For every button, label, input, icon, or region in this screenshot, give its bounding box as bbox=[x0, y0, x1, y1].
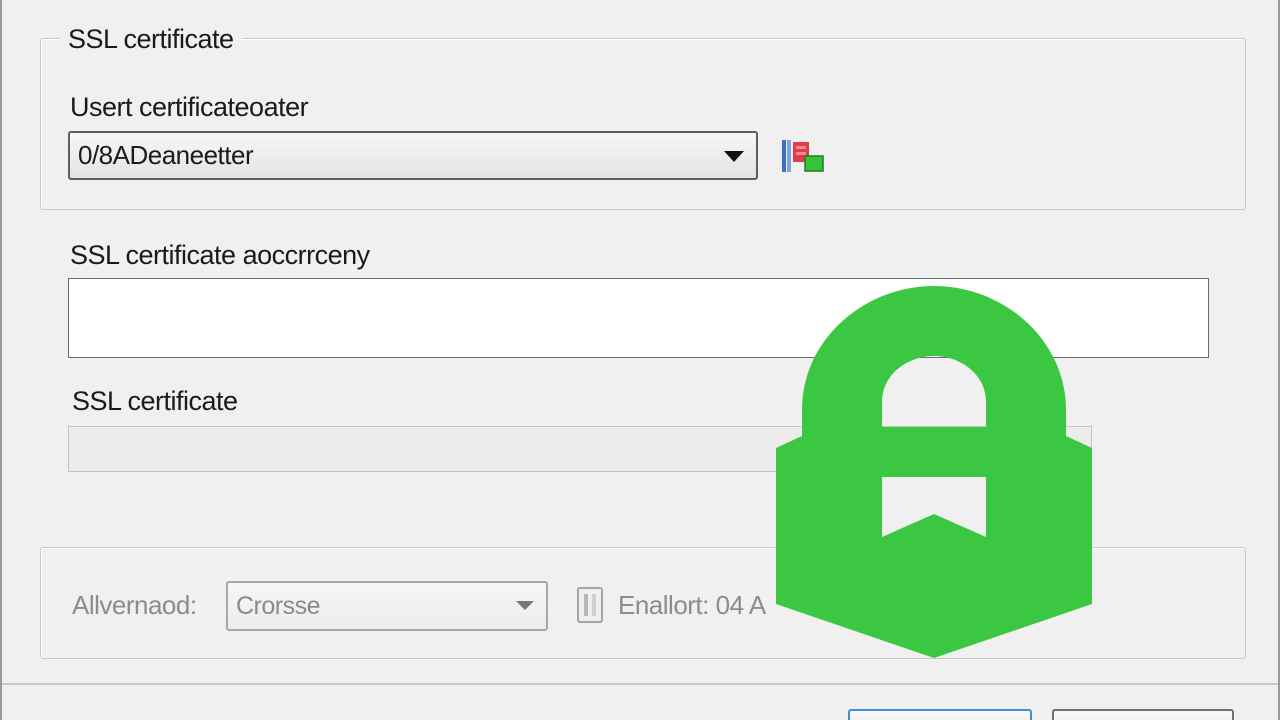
accessory-label: SSL certificate aoccrrceny bbox=[70, 240, 370, 270]
user-certificate-select[interactable]: 0/8ADeaneetter bbox=[68, 131, 758, 180]
advanced-select-value: Crorsse bbox=[236, 591, 321, 620]
chevron-down-icon bbox=[516, 601, 534, 610]
enable-label: Enallort: 04 A bbox=[618, 590, 766, 620]
ssl-settings-dialog: SSL certificate Usert certificateoater 0… bbox=[0, 0, 1280, 720]
checkbox-icon[interactable] bbox=[576, 586, 606, 624]
advanced-select[interactable]: Crorsse bbox=[226, 581, 548, 631]
bottom-separator bbox=[2, 683, 1278, 685]
ssl-group-legend: SSL certificate bbox=[60, 24, 242, 55]
ssl-certificate-group bbox=[40, 38, 1246, 210]
user-certificate-value: 0/8ADeaneetter bbox=[78, 140, 254, 170]
ok-button[interactable] bbox=[848, 709, 1032, 720]
chevron-down-icon bbox=[724, 150, 744, 162]
certificate-icon[interactable] bbox=[781, 138, 825, 174]
cancel-button[interactable] bbox=[1052, 709, 1234, 720]
certificate-label: SSL certificate bbox=[72, 386, 238, 416]
padlock-icon bbox=[776, 284, 1092, 660]
user-certificate-label: Usert certificateoater bbox=[70, 92, 309, 122]
advanced-label: Allvernaod: bbox=[72, 590, 197, 620]
